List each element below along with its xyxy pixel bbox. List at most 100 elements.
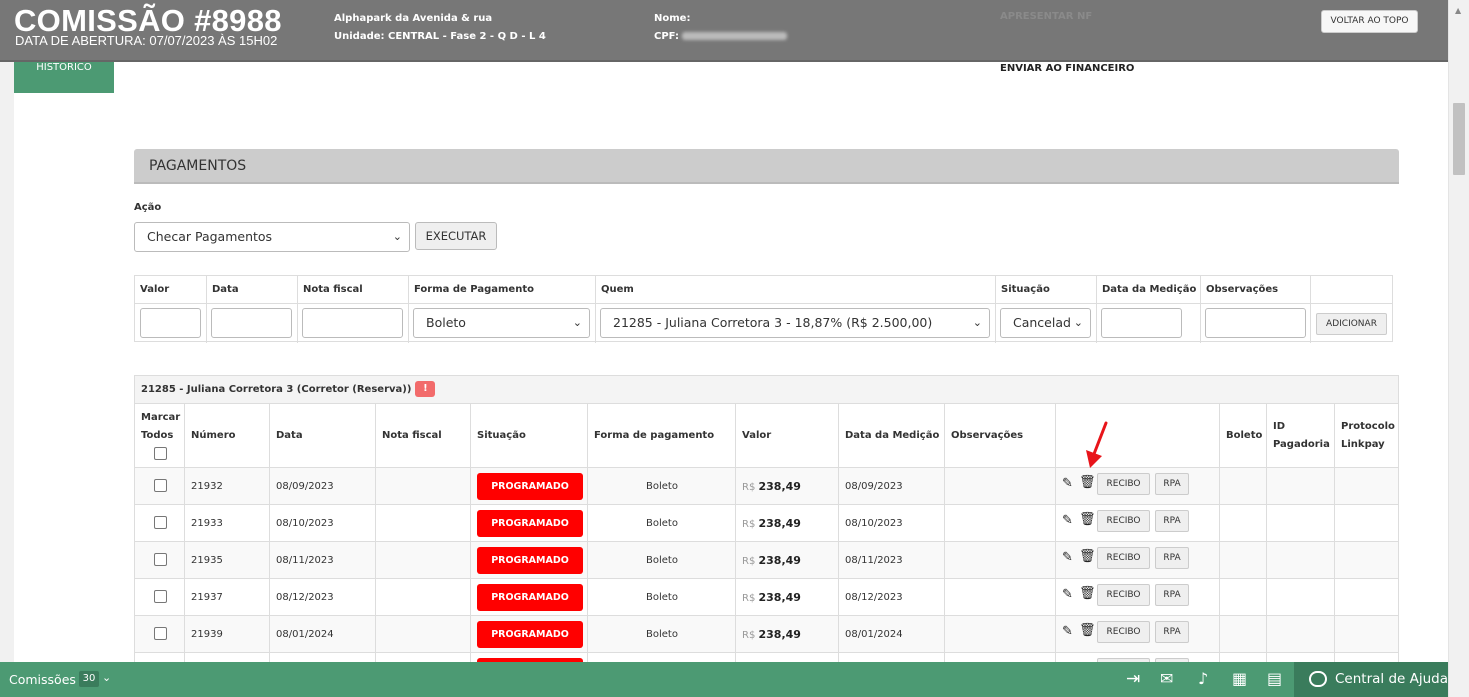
valor-amount: 238,49 <box>758 517 801 530</box>
row-checkbox[interactable] <box>154 627 167 640</box>
rpa-button[interactable]: RPA <box>1155 584 1189 606</box>
recibo-button[interactable]: RECIBO <box>1097 510 1150 532</box>
vertical-scrollbar[interactable]: ▲ <box>1448 0 1469 697</box>
cpf-line: CPF: <box>654 28 788 46</box>
currency-symbol: R$ <box>742 519 756 530</box>
scroll-up-icon[interactable]: ▲ <box>1455 6 1461 15</box>
data-input[interactable] <box>211 308 292 338</box>
row-numero: 21935 <box>191 555 223 566</box>
obs-header: Observações <box>1206 284 1279 295</box>
scrollbar-thumb[interactable] <box>1453 103 1465 175</box>
row-checkbox[interactable] <box>154 516 167 529</box>
nota-header: Nota fiscal <box>382 430 442 441</box>
col-data <box>270 404 376 697</box>
enviar-financeiro-link[interactable]: ENVIAR AO FINANCEIRO <box>1000 63 1134 74</box>
adicionar-button[interactable]: ADICIONAR <box>1316 313 1387 335</box>
row-valor: R$ 238,49 <box>742 591 801 606</box>
valor-input[interactable] <box>140 308 201 338</box>
currency-symbol: R$ <box>742 630 756 641</box>
unidade-value: CENTRAL - Fase 2 - Q D - L 4 <box>388 31 546 42</box>
cpf-label: CPF: <box>654 31 679 42</box>
row-data: 08/11/2023 <box>276 555 334 566</box>
edit-icon[interactable]: ✎ <box>1062 625 1073 639</box>
col-numero <box>185 404 270 697</box>
apresentar-nf-link[interactable]: APRESENTAR NF <box>1000 11 1092 22</box>
row-checkbox[interactable] <box>154 479 167 492</box>
nota-header: Nota fiscal <box>303 284 363 295</box>
row-medicao: 08/01/2024 <box>845 629 903 640</box>
warning-badge[interactable]: ! <box>415 381 436 397</box>
comissoes-count-badge: 30 <box>79 671 99 687</box>
unidade-line: Unidade: CENTRAL - Fase 2 - Q D - L 4 <box>334 28 546 46</box>
executar-button[interactable]: EXECUTAR <box>415 222 497 250</box>
recibo-button[interactable]: RECIBO <box>1097 621 1150 643</box>
red-arrow-annotation <box>1086 421 1108 468</box>
client-info: Nome: CPF: <box>654 10 788 46</box>
comissoes-label[interactable]: Comissões <box>9 672 76 687</box>
calculator-icon[interactable]: ▤ <box>1267 669 1282 688</box>
bell-icon[interactable]: ♪ <box>1198 669 1208 688</box>
rpa-button[interactable]: RPA <box>1155 547 1189 569</box>
col-forma: Forma de Pagamento Boleto ⌄ <box>409 276 596 343</box>
recibo-button[interactable]: RECIBO <box>1097 473 1150 495</box>
bottom-toolbar: Comissões 30 ⌄ ⇥ ✉ ♪ ▦ ▤ Central de Ajud… <box>0 662 1448 697</box>
forma-pagamento-select[interactable]: Boleto ⌄ <box>413 308 590 338</box>
edit-icon[interactable]: ✎ <box>1062 588 1073 602</box>
trash-icon[interactable]: 🗑 <box>1079 476 1096 490</box>
row-checkbox[interactable] <box>154 590 167 603</box>
valor-amount: 238,49 <box>758 628 801 641</box>
select-all-checkbox[interactable] <box>154 447 167 460</box>
row-valor: R$ 238,49 <box>742 480 801 495</box>
medicao-header: Data da Medição <box>845 430 940 441</box>
data-header: Data <box>276 430 303 441</box>
calendar-icon[interactable]: ▦ <box>1232 669 1247 688</box>
nota-fiscal-input[interactable] <box>302 308 403 338</box>
rpa-button[interactable]: RPA <box>1155 473 1189 495</box>
row-checkbox[interactable] <box>154 553 167 566</box>
edit-icon[interactable]: ✎ <box>1062 514 1073 528</box>
exit-arrow-icon[interactable]: ⇥ <box>1126 669 1140 689</box>
col-add: ADICIONAR <box>1311 276 1393 343</box>
numero-header: Número <box>191 430 236 441</box>
rpa-button[interactable]: RPA <box>1155 510 1189 532</box>
data-medicao-input[interactable] <box>1101 308 1182 338</box>
pagamentos-section-title: PAGAMENTOS <box>134 149 1399 184</box>
recibo-button[interactable]: RECIBO <box>1097 547 1150 569</box>
status-badge: PROGRAMADO <box>477 473 583 500</box>
trash-icon[interactable]: 🗑 <box>1079 624 1096 638</box>
chevron-down-icon: ⌄ <box>1073 316 1083 329</box>
payments-table: 21285 - Juliana Corretora 3 (Corretor (R… <box>134 375 1399 697</box>
protocolo-header: Protocolo Linkpay <box>1341 421 1395 450</box>
col-boleto <box>1220 404 1267 697</box>
edit-icon[interactable]: ✎ <box>1062 477 1073 491</box>
beneficiary-group-header: 21285 - Juliana Corretora 3 (Corretor (R… <box>135 376 1398 404</box>
cpf-redacted <box>682 32 788 40</box>
boleto-header: Boleto <box>1226 430 1263 441</box>
situacao-select[interactable]: Cancelad ⌄ <box>1000 308 1091 338</box>
trash-icon[interactable]: 🗑 <box>1079 587 1096 601</box>
col-medicao <box>839 404 945 697</box>
row-medicao: 08/09/2023 <box>845 481 903 492</box>
situacao-header: Situação <box>477 430 526 441</box>
trash-icon[interactable]: 🗑 <box>1079 513 1096 527</box>
recibo-button[interactable]: RECIBO <box>1097 584 1150 606</box>
row-forma: Boleto <box>646 555 678 566</box>
row-valor: R$ 238,49 <box>742 628 801 643</box>
quem-select[interactable]: 21285 - Juliana Corretora 3 - 18,87% (R$… <box>600 308 990 338</box>
row-numero: 21939 <box>191 629 223 640</box>
rpa-button[interactable]: RPA <box>1155 621 1189 643</box>
acao-select[interactable]: Checar Pagamentos ⌄ <box>134 222 410 252</box>
edit-icon[interactable]: ✎ <box>1062 551 1073 565</box>
back-to-top-button[interactable]: VOLTAR AO TOPO <box>1321 10 1418 33</box>
marcar-todos-header: Marcar Todos <box>141 412 181 441</box>
chevron-down-icon: ⌄ <box>972 316 982 329</box>
inbox-star-icon[interactable]: ✉ <box>1160 669 1173 688</box>
status-badge: PROGRAMADO <box>477 584 583 611</box>
col-situacao: Situação Cancelad ⌄ <box>996 276 1097 343</box>
chevron-down-icon[interactable]: ⌄ <box>102 671 111 684</box>
tab-historico[interactable]: HISTÓRICO <box>14 60 114 93</box>
trash-icon[interactable]: 🗑 <box>1079 550 1096 564</box>
row-forma: Boleto <box>646 481 678 492</box>
medicao-header: Data da Medição <box>1102 284 1197 295</box>
observacoes-input[interactable] <box>1205 308 1306 338</box>
